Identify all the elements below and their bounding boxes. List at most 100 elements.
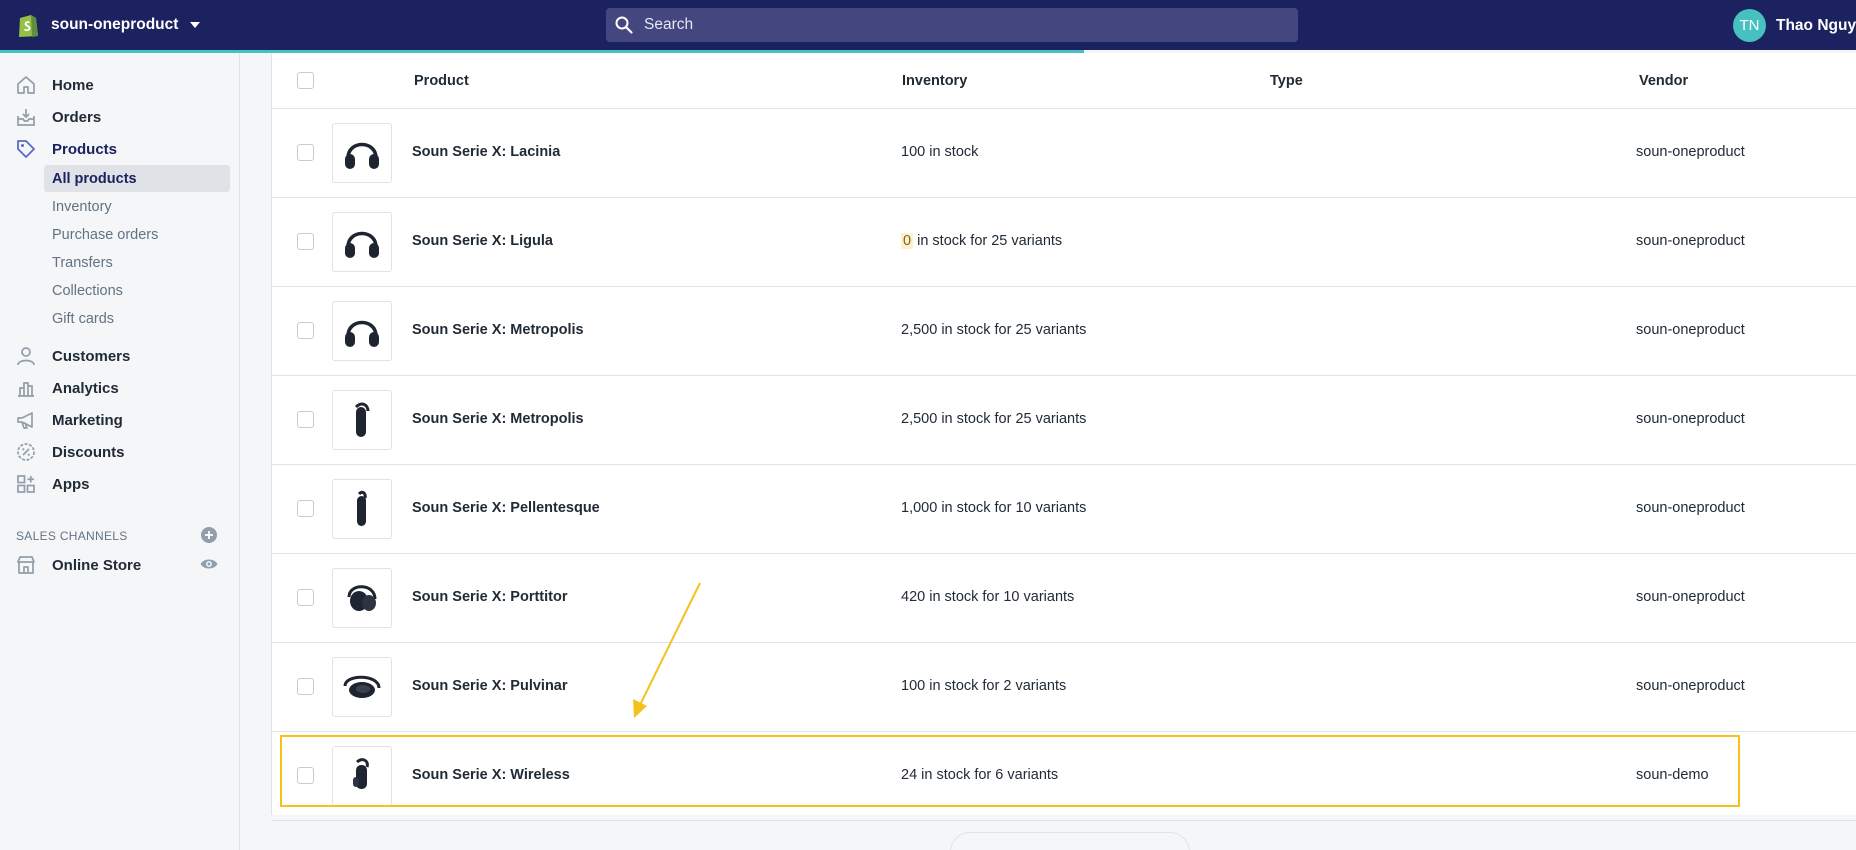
sidebar-item-online-store[interactable]: Online Store: [0, 550, 190, 580]
column-header-type[interactable]: Type: [1270, 73, 1303, 89]
sidebar-subitem-collections[interactable]: Collections: [44, 277, 230, 304]
product-name[interactable]: Soun Serie X: Porttitor: [412, 589, 568, 605]
user-menu[interactable]: TN Thao Nguyễn: [1733, 9, 1856, 42]
bar-chart-icon: [15, 377, 37, 399]
sidebar-item-apps[interactable]: Apps: [0, 469, 240, 499]
product-inventory: 2,500 in stock for 25 variants: [901, 322, 1087, 338]
headphones-folded-icon: [347, 585, 377, 611]
pagination[interactable]: [950, 832, 1190, 850]
product-thumbnail: [332, 301, 392, 361]
product-vendor: soun-demo: [1636, 767, 1709, 783]
sidebar-subitem-transfers[interactable]: Transfers: [44, 249, 230, 276]
product-thumbnail: [332, 479, 392, 539]
product-inventory: 420 in stock for 10 variants: [901, 589, 1075, 605]
view-store-eye-icon[interactable]: [199, 554, 219, 574]
search-input[interactable]: [644, 16, 1244, 34]
store-name: soun-oneproduct: [51, 16, 179, 33]
table-row[interactable]: Soun Serie X: Metropolis 2,500 in stock …: [272, 287, 1856, 376]
product-vendor: soun-oneproduct: [1636, 144, 1745, 160]
sidebar-item-label: Online Store: [52, 556, 142, 574]
sidebar-item-label: Customers: [52, 347, 131, 365]
orders-icon: [15, 106, 37, 128]
sidebar-item-label: Discounts: [52, 443, 125, 461]
sidebar-item-marketing[interactable]: Marketing: [0, 405, 240, 435]
product-thumbnail: [332, 212, 392, 272]
table-row[interactable]: Soun Serie X: Wireless 24 in stock for 6…: [272, 732, 1856, 821]
table-header: Product Inventory Type Vendor: [272, 53, 1856, 109]
person-icon: [15, 345, 37, 367]
search-icon: [615, 16, 633, 34]
product-name[interactable]: Soun Serie X: Metropolis: [412, 322, 584, 338]
table-row[interactable]: Soun Serie X: Ligula 0 in stock for 25 v…: [272, 198, 1856, 287]
sidebar-subitem-all-products[interactable]: All products: [44, 165, 230, 192]
apps-icon: [15, 473, 37, 495]
zero-stock-badge: 0: [901, 233, 914, 249]
product-thumbnail: [332, 568, 392, 628]
product-inventory: 2,500 in stock for 25 variants: [901, 411, 1087, 427]
sales-channels-title: SALES CHANNELS: [16, 529, 128, 543]
product-inventory: 24 in stock for 6 variants: [901, 767, 1059, 783]
product-thumbnail: [332, 123, 392, 183]
add-sales-channel-plus-icon[interactable]: [200, 526, 218, 544]
product-vendor: soun-oneproduct: [1636, 322, 1745, 338]
sidebar-item-orders[interactable]: Orders: [0, 102, 240, 132]
store-icon: [15, 554, 37, 576]
top-bar: soun-oneproduct TN Thao Nguyễn: [0, 0, 1856, 50]
product-vendor: soun-oneproduct: [1636, 411, 1745, 427]
sidebar-item-discounts[interactable]: Discounts: [0, 437, 240, 467]
row-checkbox[interactable]: [297, 767, 314, 784]
sidebar-subitem-gift-cards[interactable]: Gift cards: [44, 305, 230, 332]
table-row[interactable]: Soun Serie X: Porttitor 420 in stock for…: [272, 554, 1856, 643]
sidebar-item-home[interactable]: Home: [0, 70, 240, 100]
table-row[interactable]: Soun Serie X: Lacinia 100 in stock soun-…: [272, 109, 1856, 198]
products-table: Product Inventory Type Vendor Soun Serie…: [271, 53, 1856, 821]
row-checkbox[interactable]: [297, 500, 314, 517]
sidebar-item-products[interactable]: Products: [0, 134, 240, 164]
product-vendor: soun-oneproduct: [1636, 500, 1745, 516]
product-thumbnail: [332, 390, 392, 450]
column-header-product[interactable]: Product: [414, 73, 469, 89]
search-bar[interactable]: [606, 8, 1298, 42]
product-inventory: 0 in stock for 25 variants: [901, 233, 1062, 249]
product-thumbnail: [332, 657, 392, 717]
avatar: TN: [1733, 9, 1766, 42]
select-all-checkbox[interactable]: [297, 72, 314, 89]
product-name[interactable]: Soun Serie X: Pellentesque: [412, 500, 600, 516]
sidebar-item-label: Home: [52, 76, 94, 94]
column-header-vendor[interactable]: Vendor: [1639, 73, 1688, 89]
headphones-icon: [345, 231, 379, 258]
sidebar-subitem-inventory[interactable]: Inventory: [44, 193, 230, 220]
row-checkbox[interactable]: [297, 589, 314, 606]
table-row[interactable]: Soun Serie X: Pulvinar 100 in stock for …: [272, 643, 1856, 732]
product-vendor: soun-oneproduct: [1636, 233, 1745, 249]
store-switcher[interactable]: soun-oneproduct: [16, 12, 201, 38]
discount-icon: [15, 441, 37, 463]
table-row[interactable]: Soun Serie X: Pellentesque 1,000 in stoc…: [272, 465, 1856, 554]
shopify-logo-icon: [19, 15, 38, 37]
product-inventory: 100 in stock for 2 variants: [901, 678, 1067, 694]
sidebar-item-customers[interactable]: Customers: [0, 341, 240, 371]
row-checkbox[interactable]: [297, 678, 314, 695]
column-header-inventory[interactable]: Inventory: [902, 73, 967, 89]
row-checkbox[interactable]: [297, 233, 314, 250]
product-name[interactable]: Soun Serie X: Pulvinar: [412, 678, 568, 694]
product-name[interactable]: Soun Serie X: Lacinia: [412, 144, 560, 160]
row-checkbox[interactable]: [297, 144, 314, 161]
sidebar-item-label: Analytics: [52, 379, 119, 397]
table-row[interactable]: Soun Serie X: Metropolis 2,500 in stock …: [272, 376, 1856, 465]
row-checkbox[interactable]: [297, 411, 314, 428]
product-inventory: 1,000 in stock for 10 variants: [901, 500, 1087, 516]
product-name[interactable]: Soun Serie X: Wireless: [412, 767, 570, 783]
sidebar-subitem-purchase-orders[interactable]: Purchase orders: [44, 221, 230, 248]
product-name[interactable]: Soun Serie X: Metropolis: [412, 411, 584, 427]
product-vendor: soun-oneproduct: [1636, 589, 1745, 605]
row-checkbox[interactable]: [297, 322, 314, 339]
home-icon: [15, 74, 37, 96]
user-name: Thao Nguyễn: [1776, 16, 1856, 34]
product-name[interactable]: Soun Serie X: Ligula: [412, 233, 553, 249]
sidebar-item-label: Products: [52, 140, 118, 158]
product-vendor: soun-oneproduct: [1636, 678, 1745, 694]
headphones-icon: [345, 142, 379, 169]
sidebar-item-analytics[interactable]: Analytics: [0, 373, 240, 403]
headphones-side-icon: [354, 402, 370, 437]
